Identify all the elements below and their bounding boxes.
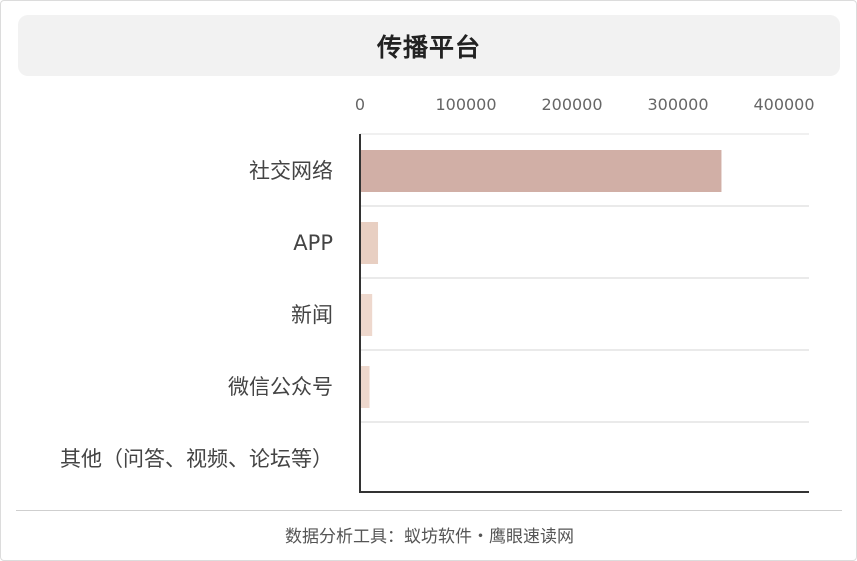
footer-source: 数据分析工具：蚁坊软件・鹰眼速读网 (285, 527, 574, 547)
category-label: 其他（问答、视频、论坛等） (60, 447, 333, 471)
x-tick-label: 100000 (435, 95, 496, 114)
chart-frame: 传播平台 0 100000 200000 300000 400000 社交网络 APP 新闻微… (0, 0, 857, 561)
x-tick-label: 400000 (753, 95, 814, 114)
bar (361, 294, 373, 336)
category-label: 新闻 (291, 303, 333, 327)
footer-divider (16, 510, 842, 511)
category-label: APP (293, 231, 333, 255)
bar (361, 222, 379, 264)
x-tick-label: 200000 (541, 95, 602, 114)
x-tick-label: 0 (355, 95, 365, 114)
x-tick-label: 300000 (647, 95, 708, 114)
bar-chart: 0 100000 200000 300000 400000 社交网络 APP 新闻微信公众号其… (60, 95, 815, 493)
bar (361, 366, 370, 408)
category-label: 社交网络 (249, 159, 333, 183)
bar (361, 150, 722, 192)
category-label: 微信公众号 (228, 375, 333, 399)
